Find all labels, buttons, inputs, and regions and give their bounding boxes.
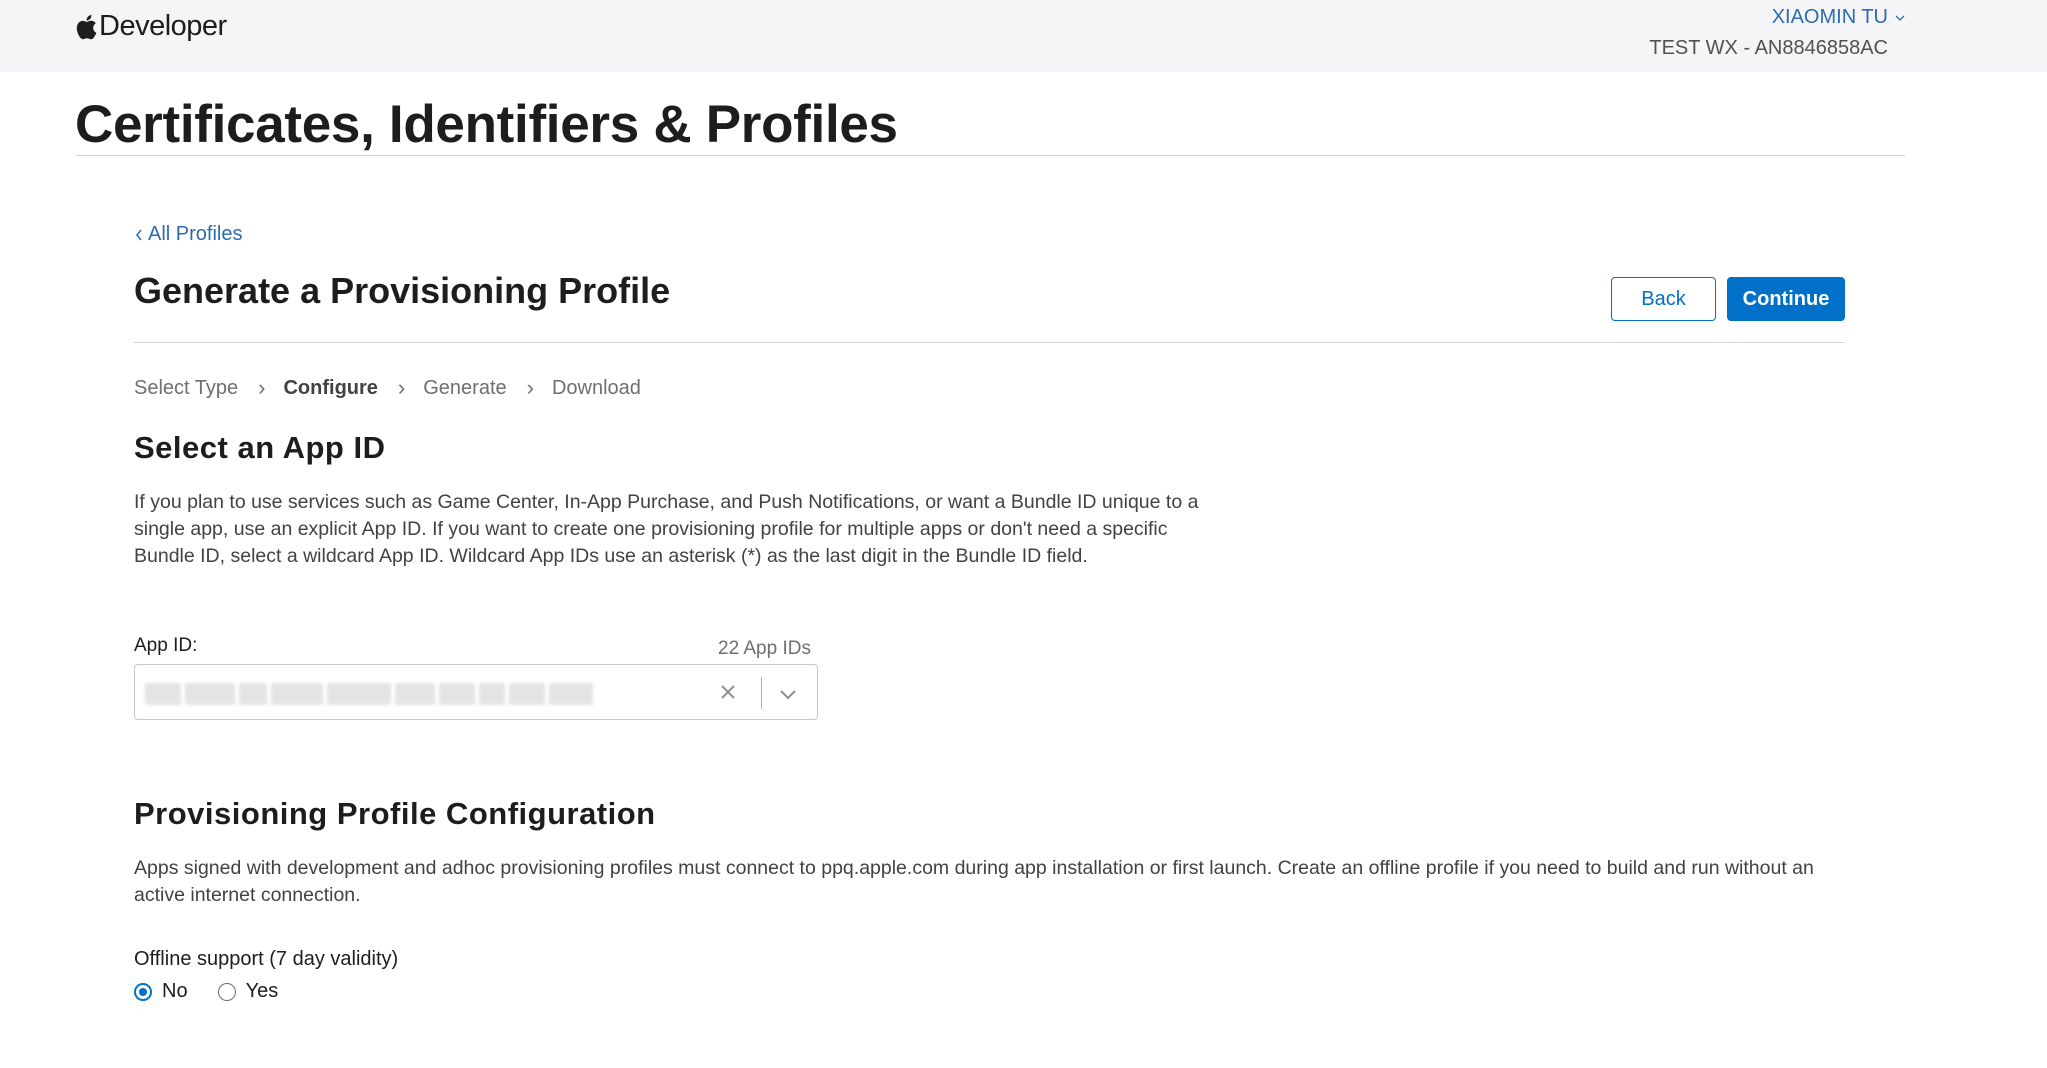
app-id-select[interactable]: [134, 664, 818, 720]
chevron-down-icon[interactable]: [777, 683, 799, 705]
radio-checked-icon: [134, 982, 152, 1001]
step-breadcrumb: Select Type › Configure › Generate › Dow…: [134, 375, 641, 401]
app-id-heading: Select an App ID: [134, 430, 386, 465]
continue-button[interactable]: Continue: [1727, 277, 1845, 321]
step-select-type: Select Type: [134, 376, 239, 399]
config-description: Apps signed with development and adhoc p…: [134, 857, 1814, 906]
all-profiles-label: All Profiles: [148, 223, 243, 245]
apple-logo-icon: [76, 14, 97, 39]
step-configure: Configure: [283, 376, 378, 399]
account-name-dropdown[interactable]: XIAOMIN TU: [1772, 6, 1906, 29]
chevron-right-icon: ›: [526, 375, 534, 400]
select-divider: [761, 677, 762, 709]
section-title: Generate a Provisioning Profile: [134, 270, 671, 311]
page-title: Certificates, Identifiers & Profiles: [75, 95, 898, 154]
global-nav: Developer XIAOMIN TU TEST WX - AN8846858…: [0, 0, 2047, 72]
radio-unchecked-icon: [217, 982, 236, 1001]
chevron-down-icon: [1895, 15, 1905, 21]
developer-home-link[interactable]: Developer: [75, 10, 227, 43]
section-divider: [134, 342, 1845, 343]
offline-no-label: No: [162, 980, 188, 1002]
step-download: Download: [551, 376, 641, 399]
account-menu: XIAOMIN TU TEST WX - AN8846858AC: [1649, 6, 1906, 60]
clear-icon[interactable]: [717, 681, 739, 703]
account-team: TEST WX - AN8846858AC: [1649, 37, 1888, 59]
app-id-description: If you plan to use services such as Game…: [134, 491, 1199, 567]
offline-yes-radio[interactable]: Yes: [217, 980, 279, 1003]
offline-yes-label: Yes: [245, 980, 279, 1002]
chevron-right-icon: ›: [258, 375, 266, 400]
offline-no-radio[interactable]: No: [134, 980, 188, 1003]
config-heading: Provisioning Profile Configuration: [134, 796, 656, 831]
back-button[interactable]: Back: [1611, 277, 1716, 321]
app-id-count: 22 App IDs: [718, 638, 811, 659]
account-name: XIAOMIN TU: [1771, 6, 1888, 28]
all-profiles-link[interactable]: All Profiles: [134, 223, 242, 246]
offline-support-options: No Yes: [134, 980, 278, 1003]
chevron-right-icon: ›: [397, 375, 406, 400]
app-id-label: App ID:: [134, 635, 198, 656]
chevron-left-icon: [136, 229, 142, 240]
offline-support-label: Offline support (7 day validity): [134, 948, 399, 970]
brand-text: Developer: [99, 10, 227, 42]
step-generate: Generate: [423, 376, 507, 399]
title-divider: [75, 155, 1905, 156]
redacted-app-id: [145, 683, 593, 705]
